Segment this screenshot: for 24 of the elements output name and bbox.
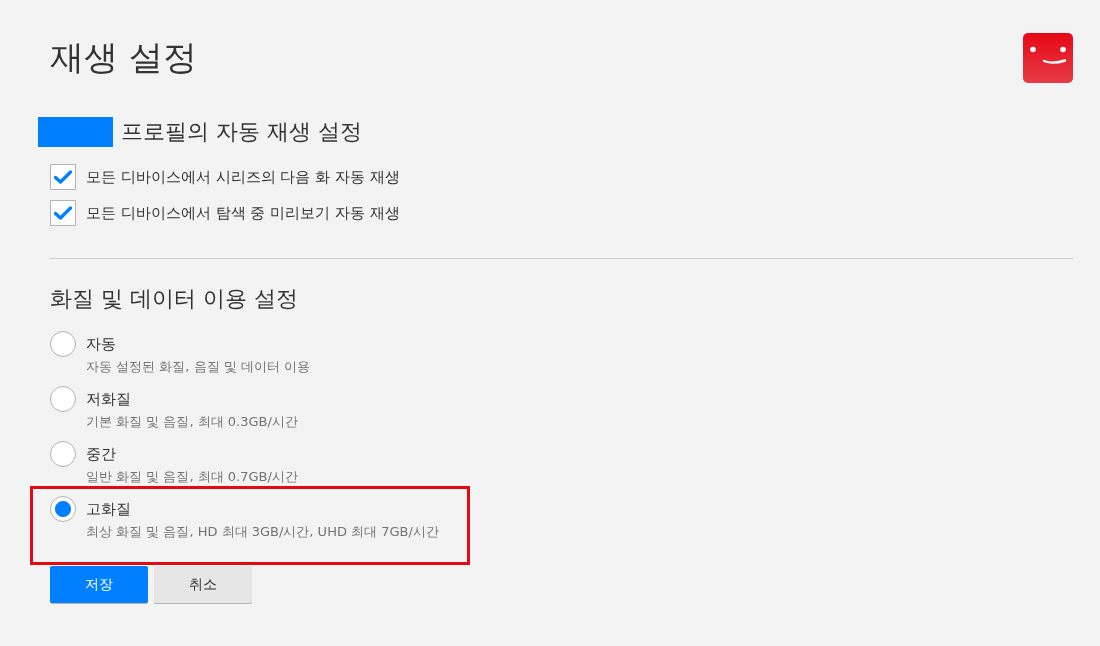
option-label: 중간 bbox=[86, 444, 117, 465]
option-label: 자동 bbox=[86, 334, 117, 355]
checkmark-icon bbox=[54, 170, 72, 184]
cancel-button[interactable]: 취소 bbox=[154, 566, 252, 603]
radio-button[interactable] bbox=[50, 386, 76, 412]
checkbox[interactable] bbox=[50, 164, 76, 190]
option-description: 자동 설정된 화질, 음질 및 데이터 이용 bbox=[86, 358, 310, 376]
option-label: 저화질 bbox=[86, 389, 132, 410]
checkbox-label: 모든 디바이스에서 탐색 중 미리보기 자동 재생 bbox=[86, 203, 400, 224]
checkmark-icon bbox=[54, 206, 72, 220]
section-heading: 화질 및 데이터 이용 설정 bbox=[50, 286, 298, 312]
page-title: 재생 설정 bbox=[50, 36, 197, 79]
option-label: 고화질 bbox=[86, 499, 132, 520]
smiley-face-icon[interactable] bbox=[1023, 33, 1073, 83]
option-description: 일반 화질 및 음질, 최대 0.7GB/시간 bbox=[86, 468, 298, 486]
section-heading: 프로필의 자동 재생 설정 bbox=[121, 118, 362, 146]
option-description: 최상 화질 및 음질, HD 최대 3GB/시간, UHD 최대 7GB/시간 bbox=[86, 523, 439, 541]
save-button[interactable]: 저장 bbox=[50, 566, 148, 603]
checkbox-label: 모든 디바이스에서 시리즈의 다음 화 자동 재생 bbox=[86, 167, 400, 188]
radio-button[interactable] bbox=[50, 496, 76, 522]
radio-button[interactable] bbox=[50, 441, 76, 467]
checkbox[interactable] bbox=[50, 200, 76, 226]
option-description: 기본 화질 및 음질, 최대 0.3GB/시간 bbox=[86, 413, 298, 431]
radio-button[interactable] bbox=[50, 331, 76, 357]
